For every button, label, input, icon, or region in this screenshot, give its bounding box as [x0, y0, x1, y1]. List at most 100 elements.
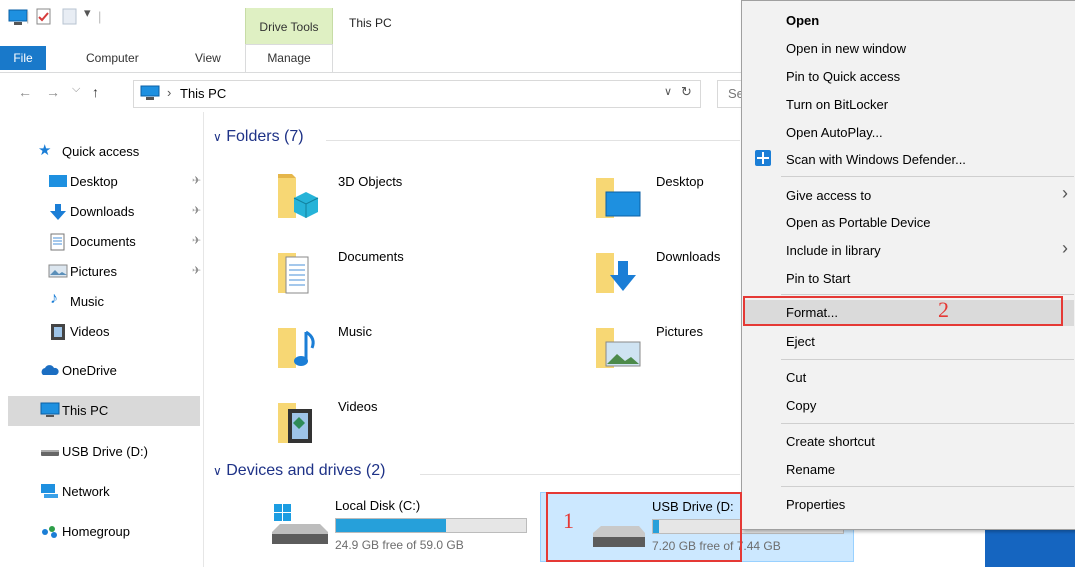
forward-arrow-icon[interactable]: →	[46, 84, 60, 100]
computer-icon	[40, 402, 60, 418]
pin-icon[interactable]: ✈	[192, 234, 201, 247]
network-icon	[40, 483, 60, 499]
cloud-icon	[40, 362, 60, 378]
menu-separator	[781, 486, 1074, 487]
folder-music[interactable]: Music	[276, 318, 576, 388]
menu-separator	[781, 294, 1074, 295]
this-pc-icon	[8, 8, 28, 29]
window-title: This PC	[349, 16, 392, 30]
windows-drive-icon	[272, 504, 328, 544]
this-pc-icon	[140, 85, 160, 104]
menu-separator	[781, 359, 1074, 360]
refresh-icon[interactable]: ↻	[681, 84, 692, 100]
drive-name: Local Disk (C:)	[335, 498, 421, 513]
music-note-icon: ♪	[50, 290, 58, 307]
drive-free-space: 24.9 GB free of 59.0 GB	[335, 538, 464, 552]
music-folder-icon	[278, 328, 315, 368]
desktop-icon	[48, 173, 68, 189]
tab-computer[interactable]: Computer	[86, 46, 139, 70]
menu-open[interactable]: Open	[786, 13, 819, 28]
documents-icon	[48, 233, 68, 251]
address-bar[interactable]: › This PC ∨ ↻	[133, 80, 701, 108]
up-arrow-icon[interactable]: ↑	[92, 84, 99, 100]
folder-3d-objects[interactable]: 3D Objects	[276, 168, 576, 238]
group-divider	[420, 474, 740, 475]
menu-separator	[781, 423, 1074, 424]
sidebar-item-documents[interactable]: Documents ✈	[44, 229, 208, 255]
sidebar-item-onedrive[interactable]: OneDrive	[36, 358, 200, 384]
menu-pin-to-start[interactable]: Pin to Start	[786, 271, 850, 286]
folders-group-header[interactable]: ∨ Folders (7)	[213, 128, 304, 146]
back-arrow-icon[interactable]: ←	[18, 84, 32, 100]
tab-view[interactable]: View	[195, 46, 221, 70]
menu-open-autoplay[interactable]: Open AutoPlay...	[786, 125, 883, 140]
windows-defender-icon	[754, 149, 772, 170]
sidebar-item-homegroup[interactable]: Homegroup	[36, 519, 200, 545]
menu-separator	[781, 176, 1074, 177]
devices-group-header[interactable]: ∨ Devices and drives (2)	[213, 462, 385, 480]
usb-drive-icon	[40, 443, 60, 459]
collapse-chevron-icon: ∨	[213, 130, 222, 144]
context-menu: Open Open in new window Pin to Quick acc…	[741, 0, 1075, 530]
separator-icon: |	[98, 9, 102, 24]
folder-documents[interactable]: Documents	[276, 243, 576, 313]
pin-icon[interactable]: ✈	[192, 264, 201, 277]
drive-local-disk-c[interactable]: Local Disk (C:) 24.9 GB free of 59.0 GB	[268, 494, 538, 558]
menu-scan-windows-defender[interactable]: Scan with Windows Defender...	[786, 152, 966, 167]
pictures-folder-icon	[596, 328, 641, 368]
annotation-box-2	[743, 296, 1063, 326]
menu-open-portable-device[interactable]: Open as Portable Device	[786, 215, 931, 230]
downloads-folder-icon	[596, 253, 636, 293]
videos-folder-icon	[278, 403, 312, 443]
breadcrumb-chevron-icon[interactable]: ›	[167, 85, 171, 100]
menu-cut[interactable]: Cut	[786, 370, 806, 385]
submenu-arrow-icon: ›	[1062, 183, 1068, 203]
star-icon: ★	[38, 142, 52, 159]
annotation-number-1: 1	[563, 508, 574, 533]
sidebar-item-desktop[interactable]: Desktop ✈	[44, 169, 208, 195]
menu-turn-on-bitlocker[interactable]: Turn on BitLocker	[786, 97, 888, 112]
group-divider	[326, 140, 740, 141]
desktop-folder-icon	[596, 178, 641, 218]
tab-manage[interactable]: Manage	[245, 44, 333, 72]
menu-give-access-to[interactable]: Give access to	[786, 188, 871, 203]
sidebar-item-usb-drive[interactable]: USB Drive (D:)	[36, 439, 200, 465]
annotation-box-1	[546, 492, 742, 562]
sidebar-item-music[interactable]: ♪ Music	[44, 289, 208, 315]
tab-file[interactable]: File	[0, 46, 46, 70]
documents-folder-icon	[278, 253, 309, 294]
film-icon	[48, 323, 68, 340]
drive-tools-label: Drive Tools	[245, 8, 333, 44]
sidebar-item-this-pc[interactable]: This PC	[36, 398, 200, 424]
address-dropdown-icon[interactable]: ∨	[664, 85, 672, 98]
folder-videos[interactable]: Videos	[276, 393, 576, 463]
customize-qat-icon[interactable]: ▾	[84, 5, 91, 21]
sidebar-item-quick-access[interactable]: ★ Quick access	[36, 139, 200, 165]
download-arrow-icon	[48, 203, 68, 220]
new-folder-icon[interactable]	[62, 8, 78, 29]
pin-icon[interactable]: ✈	[192, 204, 201, 217]
3d-objects-icon	[278, 174, 319, 218]
menu-eject[interactable]: Eject	[786, 334, 815, 349]
pictures-icon	[48, 263, 68, 279]
menu-copy[interactable]: Copy	[786, 398, 816, 413]
sidebar-item-videos[interactable]: Videos	[44, 319, 208, 345]
sidebar-item-downloads[interactable]: Downloads ✈	[44, 199, 208, 225]
homegroup-icon	[40, 523, 60, 539]
submenu-arrow-icon: ›	[1062, 238, 1068, 258]
pin-icon[interactable]: ✈	[192, 174, 201, 187]
sidebar-item-pictures[interactable]: Pictures ✈	[44, 259, 208, 285]
breadcrumb-this-pc[interactable]: This PC	[180, 86, 226, 101]
properties-icon[interactable]	[36, 8, 52, 29]
menu-pin-quick-access[interactable]: Pin to Quick access	[786, 69, 900, 84]
sidebar-item-network[interactable]: Network	[36, 479, 200, 505]
recent-locations-icon[interactable]: ⌵	[72, 83, 80, 96]
menu-rename[interactable]: Rename	[786, 462, 835, 477]
menu-create-shortcut[interactable]: Create shortcut	[786, 434, 875, 449]
separator-icon: |	[26, 9, 30, 24]
drive-usage-fill	[336, 519, 447, 532]
menu-properties[interactable]: Properties	[786, 497, 845, 512]
drive-usage-bar	[335, 518, 527, 533]
menu-open-new-window[interactable]: Open in new window	[786, 41, 906, 56]
menu-include-in-library[interactable]: Include in library	[786, 243, 881, 258]
